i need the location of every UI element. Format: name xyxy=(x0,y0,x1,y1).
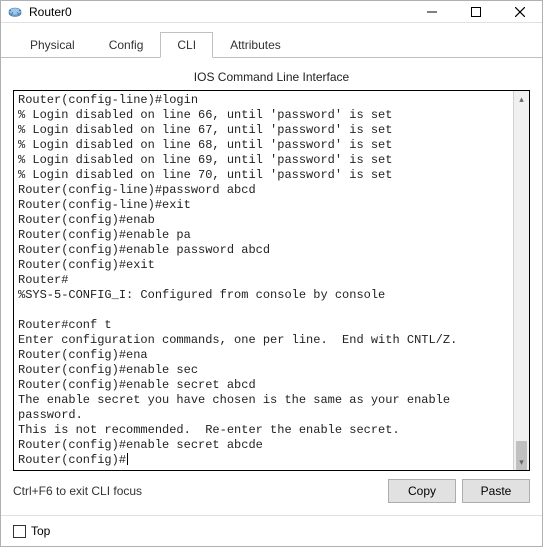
terminal-container: Router(config-line)#login % Login disabl… xyxy=(13,90,530,471)
minimize-button[interactable] xyxy=(410,1,454,22)
close-button[interactable] xyxy=(498,1,542,22)
copy-button[interactable]: Copy xyxy=(388,479,456,503)
scroll-up-arrow[interactable]: ▴ xyxy=(514,91,529,107)
terminal-scrollbar[interactable]: ▴ ▾ xyxy=(513,91,529,470)
cli-panel: IOS Command Line Interface Router(config… xyxy=(1,58,542,515)
tab-config[interactable]: Config xyxy=(92,32,161,58)
paste-button[interactable]: Paste xyxy=(462,479,530,503)
top-checkbox-label: Top xyxy=(31,524,50,538)
tab-attributes[interactable]: Attributes xyxy=(213,32,298,58)
window-controls xyxy=(410,1,542,22)
terminal-output[interactable]: Router(config-line)#login % Login disabl… xyxy=(14,91,529,470)
titlebar: Router0 xyxy=(1,1,542,23)
router-icon xyxy=(7,4,23,20)
window-title: Router0 xyxy=(29,5,410,19)
maximize-button[interactable] xyxy=(454,1,498,22)
tab-cli[interactable]: CLI xyxy=(160,32,213,58)
button-row: Ctrl+F6 to exit CLI focus Copy Paste xyxy=(13,471,530,507)
app-window: Router0 Physical Config CLI Attributes I… xyxy=(0,0,543,547)
tabstrip: Physical Config CLI Attributes xyxy=(1,23,542,58)
panel-title: IOS Command Line Interface xyxy=(13,66,530,90)
cli-hint: Ctrl+F6 to exit CLI focus xyxy=(13,484,382,498)
tab-physical[interactable]: Physical xyxy=(13,32,92,58)
bottom-bar: Top xyxy=(1,515,542,546)
top-checkbox[interactable] xyxy=(13,525,26,538)
scroll-down-arrow[interactable]: ▾ xyxy=(514,454,529,470)
